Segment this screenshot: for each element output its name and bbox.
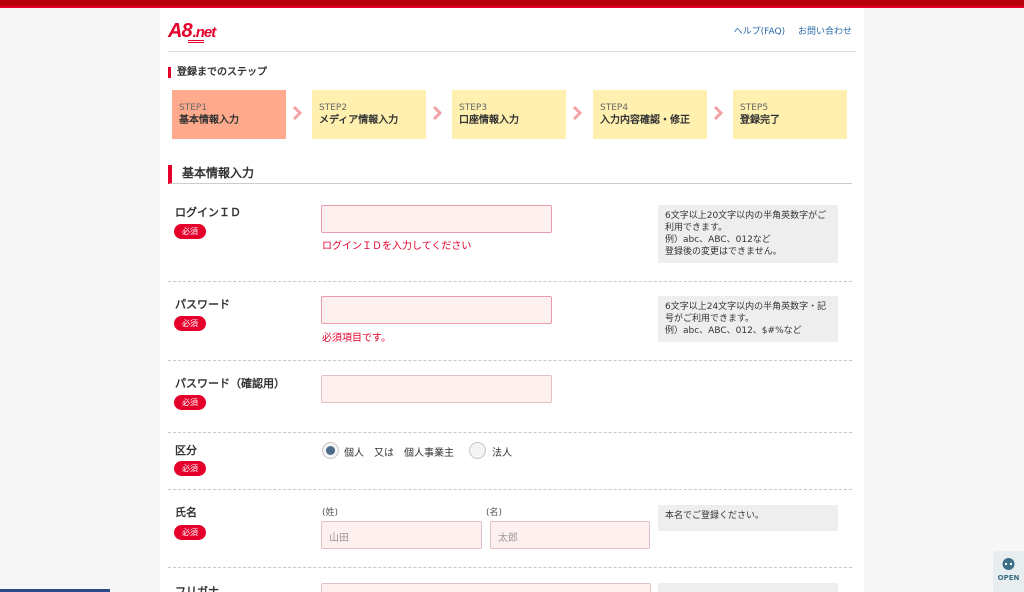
chevron-right-icon	[713, 106, 723, 120]
chevron-right-icon	[572, 106, 582, 120]
password-confirm-row: パスワード（確認用） 必須	[168, 361, 852, 433]
first-name-input[interactable]: 太郎	[490, 521, 650, 549]
last-name-label: (姓)	[322, 508, 339, 518]
name-row: 氏名 必須 (姓) 山田 (名) 太郎 本名でご登録ください。	[168, 490, 852, 568]
step-2: STEP2 メディア情報入力	[312, 90, 426, 139]
name-label: 氏名	[175, 506, 197, 519]
open-chat-button[interactable]: OPEN	[993, 551, 1024, 592]
chevron-right-icon	[432, 106, 442, 120]
page-container: A8.net ヘルプ(FAQ) お問い合わせ 登録までのステップ STEP1 基…	[160, 8, 864, 592]
password-label: パスワード	[175, 298, 230, 311]
section-title: 基本情報入力	[168, 165, 852, 184]
furigana-row: フリガナ	[168, 568, 852, 592]
login-id-label: ログインＩＤ	[175, 206, 241, 219]
password-confirm-input[interactable]	[321, 375, 552, 403]
step-5: STEP5 登録完了	[733, 90, 847, 139]
login-id-input[interactable]	[321, 205, 552, 233]
steps-title: 登録までのステップ	[168, 67, 267, 78]
radio-individual[interactable]	[322, 442, 339, 459]
step-1: STEP1 基本情報入力	[172, 90, 286, 139]
password-error: 必須項目です。	[322, 333, 391, 344]
top-red-bar	[0, 0, 1024, 8]
password-input[interactable]	[321, 296, 552, 324]
name-help: 本名でご登録ください。	[658, 505, 838, 531]
furigana-label: フリガナ	[175, 585, 219, 592]
login-id-row: ログインＩＤ 必須 ログインＩＤを入力してください 6文字以上20文字以内の半角…	[168, 190, 852, 282]
required-badge: 必須	[174, 461, 206, 476]
header-divider	[168, 51, 856, 52]
step-3: STEP3 口座情報入力	[452, 90, 566, 139]
step-4: STEP4 入力内容確認・修正	[593, 90, 707, 139]
contact-link[interactable]: お問い合わせ	[798, 27, 852, 37]
chat-bubble-icon	[1002, 558, 1015, 570]
first-name-label: (名)	[486, 508, 503, 518]
required-badge: 必須	[174, 395, 206, 410]
category-label: 区分	[175, 444, 197, 457]
furigana-help	[658, 583, 838, 592]
required-badge: 必須	[174, 525, 206, 540]
radio-individual-label[interactable]: 個人 又は 個人事業主	[344, 444, 454, 459]
login-id-error: ログインＩＤを入力してください	[322, 241, 472, 252]
logo-underline	[188, 40, 204, 43]
password-help: 6文字以上24文字以内の半角英数字・記 号がご利用できます。 例）abc、ABC…	[658, 296, 838, 342]
radio-corporation[interactable]	[469, 442, 486, 459]
password-confirm-label: パスワード（確認用）	[175, 377, 285, 390]
required-badge: 必須	[174, 224, 206, 239]
login-id-help: 6文字以上20文字以内の半角英数字がご 利用できます。 例）abc、ABC、01…	[658, 205, 838, 263]
radio-corporation-label[interactable]: 法人	[492, 444, 512, 459]
required-badge: 必須	[174, 316, 206, 331]
help-faq-link[interactable]: ヘルプ(FAQ)	[734, 27, 785, 37]
password-row: パスワード 必須 必須項目です。 6文字以上24文字以内の半角英数字・記 号がご…	[168, 282, 852, 361]
furigana-input[interactable]	[321, 583, 651, 592]
open-label: OPEN	[997, 574, 1020, 582]
chevron-right-icon	[292, 106, 302, 120]
category-row: 区分 必須 個人 又は 個人事業主 法人	[168, 433, 852, 490]
last-name-input[interactable]: 山田	[321, 521, 482, 549]
header-links: ヘルプ(FAQ) お問い合わせ	[724, 24, 852, 37]
